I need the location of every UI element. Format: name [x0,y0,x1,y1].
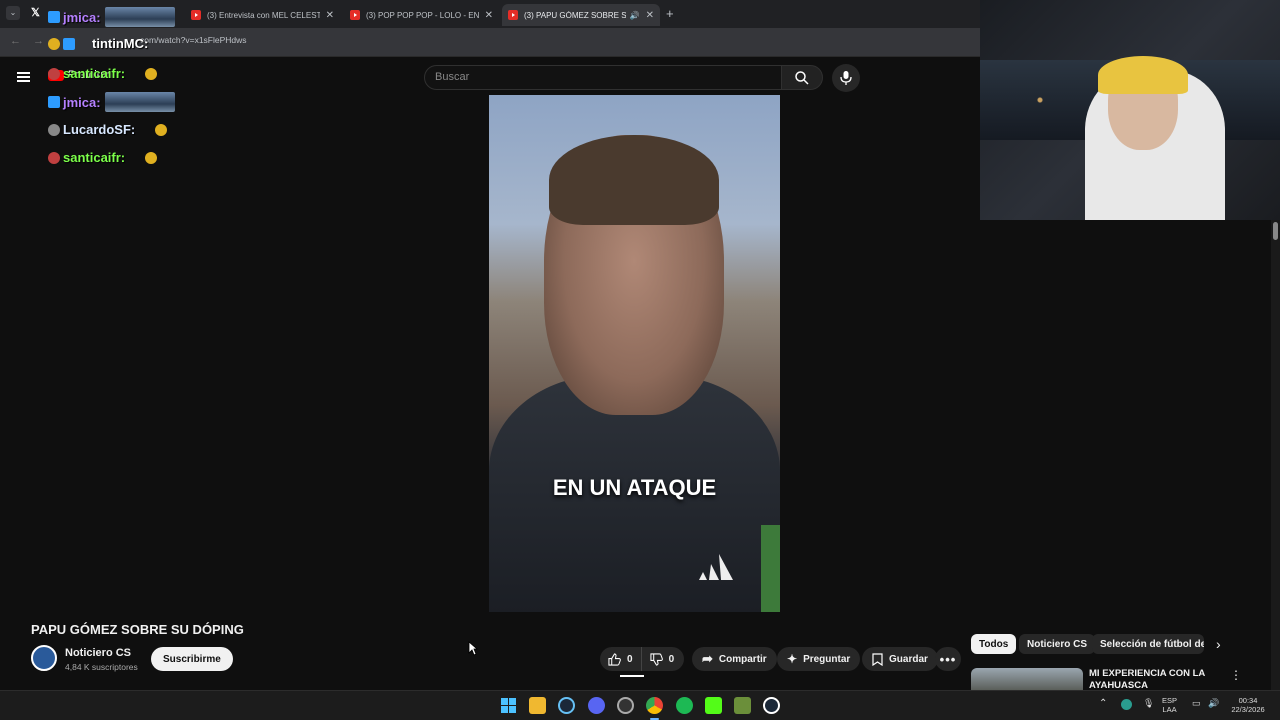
share-icon: ➦ [702,651,713,666]
chip-todos[interactable]: Todos [971,634,1017,654]
menu-icon[interactable] [17,72,30,82]
video-title: PAPU GÓMEZ SOBRE SU DÓPING [31,622,244,637]
recommended-thumbnail[interactable] [971,668,1083,690]
badge-icon [48,96,60,108]
close-tab-icon[interactable]: ✕ [485,10,493,21]
chip-noticiero-cs[interactable]: Noticiero CS [1019,634,1096,654]
chat-message: jmica: [48,92,175,112]
car-emote-image [104,7,175,27]
subscribe-button[interactable]: Suscribirme [151,647,233,671]
network-icon[interactable]: ▭ [1192,699,1201,708]
share-button[interactable]: ➦ Compartir [692,647,777,671]
video-frame-hair [549,135,719,225]
chat-message: jmica: [48,7,175,27]
voice-search-button[interactable] [832,64,860,92]
channel-avatar[interactable] [31,645,57,671]
show-hidden-icons-chevron-icon[interactable]: ⌃ [1099,699,1107,709]
subscriber-count: 4,84 K suscriptores [65,662,138,672]
webcam-headphones [1098,56,1188,94]
save-button[interactable]: Guardar [862,647,938,671]
settings-gear-icon[interactable] [617,697,634,714]
minecraft-icon[interactable] [734,697,751,714]
badge-icon [48,67,60,80]
chat-message: santicaifr: [48,150,158,165]
scrollbar-thumb[interactable] [1273,222,1278,240]
steam-icon[interactable] [558,697,575,714]
video-caption: EN UN ATAQUE [552,475,717,500]
volume-icon[interactable]: 🔊 [1208,699,1219,708]
channel-name[interactable]: Noticiero CS [65,647,131,659]
tab-papu-gomez[interactable]: (3) PAPU GÓMEZ SOBRE SU 🔊 ✕ [502,4,660,26]
badge-icon [48,11,60,23]
dislike-button[interactable]: 0 [642,652,683,666]
chevron-right-icon[interactable]: › [1216,636,1221,652]
car-emote-image [104,92,175,112]
windows-taskbar: ⌃ 🎙 ESP LAA ▭ 🔊 00:34 22/3/2026 [0,690,1280,720]
chrome-icon[interactable] [646,697,663,714]
windows-start-icon[interactable] [500,697,517,714]
like-button[interactable]: 0 [600,647,642,671]
badge-icon [63,37,75,50]
keyboard-language[interactable]: ESP LAA [1162,696,1177,714]
recommended-title[interactable]: MI EXPERIENCIA CON LA AYAHUASCA [1089,668,1229,690]
spotify-icon[interactable] [676,697,693,714]
tab-entrevista[interactable]: (3) Entrevista con MEL CELESTE ✕ [185,4,340,26]
sparkle-icon: ✦ [787,652,798,666]
like-progress-underline [620,675,644,677]
close-tab-icon[interactable]: ✕ [646,10,654,21]
ask-button[interactable]: ✦ Preguntar [777,647,861,671]
url-text[interactable]: com/watch?v=x1sFlePHdws [140,35,247,45]
clock[interactable]: 00:34 22/3/2026 [1228,696,1268,714]
badge-icon [48,151,60,164]
tray-mic-icon[interactable]: 🎙 [1143,699,1154,708]
chip-seleccion-futbol[interactable]: Selección de fútbol de A [1092,634,1204,654]
youtube-favicon-icon [508,10,518,20]
steam-icon-2[interactable] [763,697,780,714]
emote-icon [145,67,158,80]
video-player[interactable]: EN UN ATAQUE [489,95,780,612]
mouse-cursor-icon [468,641,478,656]
more-vertical-icon[interactable]: ⋮ [1230,668,1242,682]
more-horizontal-icon: ••• [939,651,957,667]
badge-icon [48,37,60,50]
back-arrow-icon[interactable]: ← [10,35,21,47]
tab-pop-pop-pop[interactable]: (3) POP POP POP - LOLO - EN V ✕ [344,4,499,26]
chat-message: tintinMC: [48,36,148,51]
close-tab-icon[interactable]: ✕ [326,10,334,21]
kick-icon[interactable] [705,697,722,714]
like-dislike-group: 0 0 [600,647,684,671]
badge-icon [48,123,60,136]
youtube-favicon-icon [191,10,201,20]
tab-list-chevron-icon[interactable]: ⌄ [6,6,20,20]
tray-app-icon[interactable] [1121,699,1132,710]
new-tab-button[interactable]: + [666,6,674,21]
youtube-favicon-icon [350,10,360,20]
search-icon [795,71,809,85]
chat-message: santicaifr: [48,66,158,81]
streamer-webcam [980,0,1280,220]
thumbs-down-icon [649,652,663,666]
search-input[interactable]: Buscar [424,65,782,90]
emote-icon [155,123,168,136]
thumbs-up-icon [608,652,621,666]
chat-message: LucardoSF: [48,122,168,137]
bookmark-icon [872,652,883,666]
more-actions-button[interactable]: ••• [935,647,961,671]
search-button[interactable] [781,65,823,90]
video-frame-grass [761,525,780,612]
microphone-icon [840,71,852,85]
x-logo-icon[interactable]: 𝕏 [31,6,40,19]
discord-icon[interactable] [588,697,605,714]
speaker-icon[interactable]: 🔊 [630,11,640,20]
file-explorer-icon[interactable] [529,697,546,714]
adidas-logo-icon [699,554,733,580]
emote-icon [145,151,158,164]
page-scrollbar[interactable] [1271,220,1280,690]
forward-arrow-icon[interactable]: → [33,35,44,47]
